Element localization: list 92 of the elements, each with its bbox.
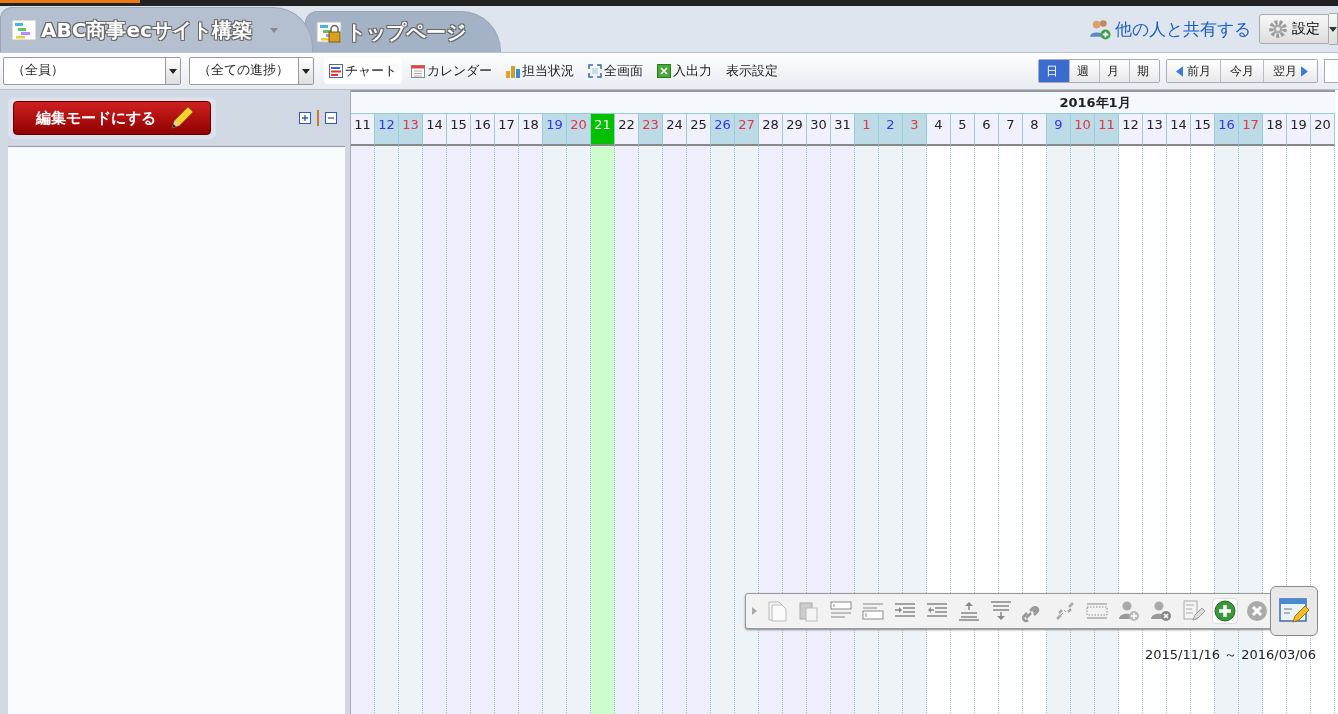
document-icon[interactable] bbox=[765, 599, 789, 623]
settings-button[interactable]: 設定 bbox=[1259, 14, 1329, 44]
view-tab[interactable]: 担当状況 bbox=[501, 58, 579, 84]
day-header-cell: 12 bbox=[375, 113, 399, 146]
day-header-cell: 30 bbox=[807, 113, 831, 146]
day-header-cell: 1 bbox=[855, 113, 879, 146]
day-header-cell: 14 bbox=[1167, 113, 1191, 146]
day-header-cell: 19 bbox=[1287, 113, 1311, 146]
day-header-cell: 11 bbox=[351, 113, 375, 146]
day-header-cell: 15 bbox=[447, 113, 471, 146]
month-label: 2016年1月 bbox=[1059, 93, 1131, 112]
nav-button[interactable]: 今月 bbox=[1220, 60, 1263, 82]
bar-chart-icon bbox=[506, 64, 520, 78]
caret-icon[interactable] bbox=[269, 27, 278, 33]
day-header-cell: 8 bbox=[1023, 113, 1047, 146]
day-header-cell: 5 bbox=[951, 113, 975, 146]
day-header-cell: 4 bbox=[927, 113, 951, 146]
nav-button[interactable]: 前月 bbox=[1167, 60, 1220, 82]
expand-all-icon[interactable] bbox=[299, 112, 311, 124]
caret-icon bbox=[1329, 26, 1337, 32]
day-header-cell: 24 bbox=[663, 113, 687, 146]
view-tab[interactable]: 表示設定 bbox=[721, 58, 783, 84]
gantt-chart-icon bbox=[11, 19, 37, 41]
add-icon[interactable] bbox=[1213, 599, 1237, 623]
day-header-cell: 18 bbox=[519, 113, 543, 146]
day-header-cell: 25 bbox=[687, 113, 711, 146]
day-header-cell: 19 bbox=[543, 113, 567, 146]
pencil-icon bbox=[168, 104, 196, 132]
day-header-cell: 29 bbox=[783, 113, 807, 146]
day-header-cell: 20 bbox=[567, 113, 591, 146]
day-header-cell: 22 bbox=[615, 113, 639, 146]
day-header-cell: 3 bbox=[903, 113, 927, 146]
edit-panel-button[interactable] bbox=[1270, 586, 1318, 636]
day-header-cell: 16 bbox=[1215, 113, 1239, 146]
clipboard-icon[interactable] bbox=[797, 599, 821, 623]
day-header-cell: 23 bbox=[639, 113, 663, 146]
collapse-all-icon[interactable] bbox=[325, 112, 337, 124]
note-edit-icon[interactable] bbox=[1181, 599, 1205, 623]
day-header-cell: 7 bbox=[999, 113, 1023, 146]
user-remove-icon[interactable] bbox=[1149, 599, 1173, 623]
caret-icon bbox=[302, 68, 310, 74]
day-header-cell: 17 bbox=[495, 113, 519, 146]
move-down-icon[interactable] bbox=[989, 599, 1013, 623]
scale-button[interactable]: 日 bbox=[1039, 60, 1069, 82]
share-link[interactable]: 他の人と共有する bbox=[1089, 17, 1251, 41]
caret-icon bbox=[169, 68, 177, 74]
day-header-cell: 13 bbox=[399, 113, 423, 146]
gear-icon bbox=[1268, 19, 1288, 39]
day-header-cell: 2 bbox=[879, 113, 903, 146]
chart-lock-icon bbox=[315, 21, 342, 43]
view-tab[interactable]: 入出力 bbox=[652, 58, 717, 84]
next-icon bbox=[1301, 65, 1308, 77]
filter-dropdown[interactable]: （全ての進捗） bbox=[189, 57, 314, 85]
user-add-icon[interactable] bbox=[1117, 599, 1141, 623]
day-header-cell: 21 bbox=[591, 113, 615, 146]
day-header-cell: 31 bbox=[831, 113, 855, 146]
delete-icon[interactable] bbox=[1245, 599, 1269, 623]
users-add-icon bbox=[1089, 18, 1111, 40]
view-tab[interactable]: 全画面 bbox=[583, 58, 648, 84]
day-header-cell: 16 bbox=[471, 113, 495, 146]
partial-button[interactable] bbox=[1324, 59, 1338, 83]
day-header-cell: 13 bbox=[1143, 113, 1167, 146]
day-header-cell: 26 bbox=[711, 113, 735, 146]
scale-button[interactable]: 期 bbox=[1129, 60, 1159, 82]
day-header-cell: 20 bbox=[1311, 113, 1335, 146]
day-header-cell: 17 bbox=[1239, 113, 1263, 146]
day-header-cell: 18 bbox=[1263, 113, 1287, 146]
previous-icon bbox=[1176, 65, 1183, 77]
day-header-cell: 11 bbox=[1095, 113, 1119, 146]
day-header-cell: 6 bbox=[975, 113, 999, 146]
day-header-cell: 12 bbox=[1119, 113, 1143, 146]
day-header-cell: 14 bbox=[423, 113, 447, 146]
chart-icon bbox=[329, 64, 343, 78]
expand-arrow-icon[interactable] bbox=[752, 607, 757, 615]
fullscreen-icon bbox=[588, 64, 602, 78]
spreadsheet-icon bbox=[657, 64, 671, 78]
day-header-cell: 28 bbox=[759, 113, 783, 146]
nav-button[interactable]: 翌月 bbox=[1263, 60, 1317, 82]
day-header-cell: 27 bbox=[735, 113, 759, 146]
edit-mode-button[interactable]: 編集モードにする bbox=[13, 101, 211, 135]
move-up-icon[interactable] bbox=[957, 599, 981, 623]
date-range-text: 2015/11/16 ～ 2016/03/06 bbox=[1145, 646, 1317, 664]
scale-button[interactable]: 月 bbox=[1099, 60, 1129, 82]
view-tab[interactable]: カレンダー bbox=[406, 58, 497, 84]
view-tab[interactable]: チャート bbox=[324, 58, 402, 84]
filter-dropdown[interactable]: （全員） bbox=[3, 57, 181, 85]
day-header-cell: 10 bbox=[1071, 113, 1095, 146]
scale-button[interactable]: 週 bbox=[1069, 60, 1099, 82]
calendar-icon bbox=[411, 64, 425, 78]
day-header-cell: 9 bbox=[1047, 113, 1071, 146]
settings-dropdown-button[interactable] bbox=[1329, 13, 1338, 45]
day-header-cell: 15 bbox=[1191, 113, 1215, 146]
